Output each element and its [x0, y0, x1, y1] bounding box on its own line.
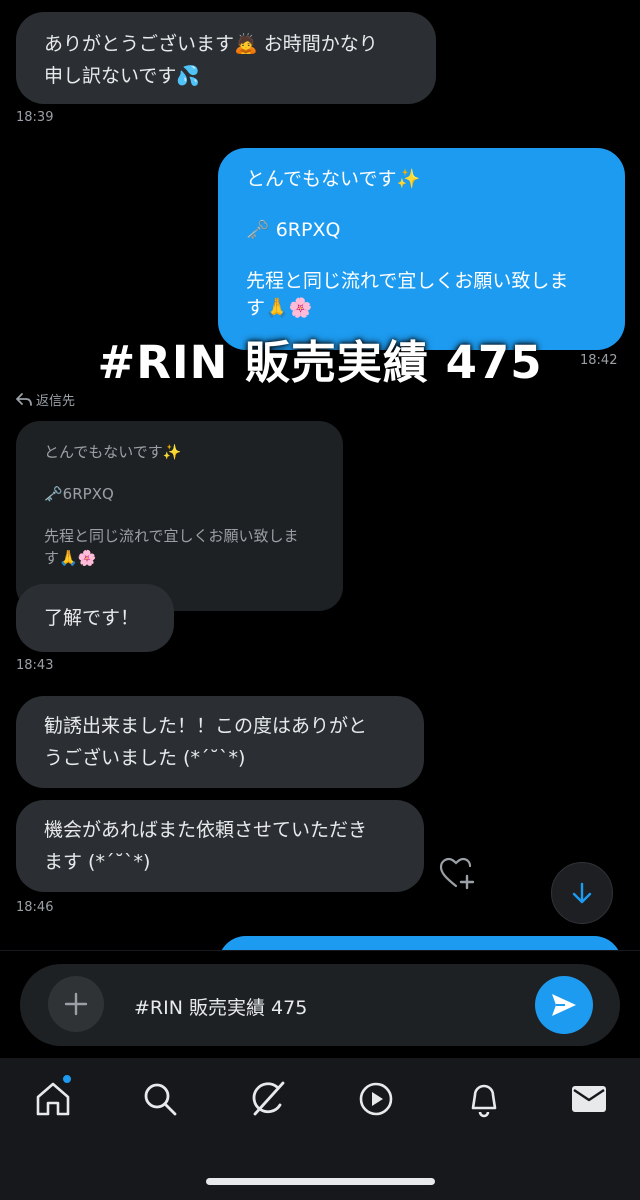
message-input[interactable]: #RIN 販売実績 475 [134, 993, 307, 1020]
home-indicator[interactable] [206, 1178, 435, 1185]
heart-plus-icon [439, 857, 475, 890]
quoted-spacer [44, 463, 315, 483]
message-text: うございました (*´˘`*) [44, 747, 246, 769]
message-text: とんでもないです✨ [246, 168, 421, 190]
message-timestamp: 18:39 [16, 110, 54, 125]
message-spacer [246, 193, 597, 217]
messages-icon [572, 1086, 606, 1112]
message-timestamp: 18:43 [16, 658, 54, 673]
message-text: 勧誘出来ました！！この度はありがと [44, 715, 368, 737]
tab-grok[interactable] [246, 1077, 290, 1121]
quoted-spacer [44, 505, 315, 525]
message-text: 🗝️ 6RPXQ [246, 219, 341, 241]
message-bubble-received[interactable]: 勧誘出来ました！！この度はありがと うございました (*´˘`*) [16, 696, 424, 788]
add-media-button[interactable] [48, 976, 104, 1032]
reply-label: 返信先 [36, 394, 76, 409]
reply-indicator: 返信先 [16, 390, 75, 409]
tab-search[interactable] [138, 1077, 182, 1121]
message-text: 申し訳ないです💦 [44, 65, 201, 87]
notification-dot [62, 1074, 72, 1084]
tab-notifications[interactable] [462, 1077, 506, 1121]
tab-video[interactable] [354, 1077, 398, 1121]
scroll-to-bottom-button[interactable] [551, 862, 613, 924]
search-icon [144, 1083, 177, 1116]
message-timestamp: 18:46 [16, 900, 54, 915]
grok-icon [252, 1081, 285, 1116]
arrow-down-icon [572, 882, 592, 904]
react-heart-button[interactable] [438, 856, 478, 892]
quoted-text: 先程と同じ流れで宜しくお願い致しま [44, 527, 299, 545]
plus-icon [64, 992, 88, 1016]
message-spacer [246, 244, 597, 268]
message-text: 了解です！ [44, 607, 140, 629]
quoted-text: とんでもないです✨ [44, 443, 182, 461]
message-text: す🙏🌸 [246, 297, 313, 319]
message-text: ます (*´˘`*) [44, 851, 151, 873]
quoted-message[interactable]: とんでもないです✨ 🗝️6RPXQ 先程と同じ流れで宜しくお願い致しま す🙏🌸 [16, 421, 343, 611]
message-bubble-received[interactable]: ありがとうございます🙇 お時間かなり 申し訳ないです💦 [16, 12, 436, 104]
message-bubble-received[interactable]: 了解です！ [16, 584, 174, 652]
message-composer[interactable] [20, 964, 620, 1046]
message-text: ありがとうございます🙇 お時間かなり [44, 33, 378, 55]
tab-messages[interactable] [567, 1077, 611, 1121]
message-bubble-received[interactable]: 機会があればまた依頼させていただき ます (*´˘`*) [16, 800, 424, 892]
home-icon [36, 1082, 70, 1116]
reply-arrow-icon [16, 392, 32, 406]
video-icon [359, 1082, 393, 1116]
quoted-text: 🗝️6RPXQ [44, 485, 114, 503]
message-text: 機会があればまた依頼させていただき [44, 819, 368, 841]
message-text: 先程と同じ流れで宜しくお願い致しま [246, 270, 569, 292]
notifications-icon [471, 1084, 497, 1118]
send-icon [552, 994, 576, 1016]
overlay-caption: #RIN 販売実績 475 [97, 336, 543, 389]
send-button[interactable] [535, 976, 593, 1034]
quoted-text: す🙏🌸 [44, 549, 97, 567]
message-bubble-sent[interactable]: とんでもないです✨ 🗝️ 6RPXQ 先程と同じ流れで宜しくお願い致しま す🙏🌸 [218, 148, 625, 350]
